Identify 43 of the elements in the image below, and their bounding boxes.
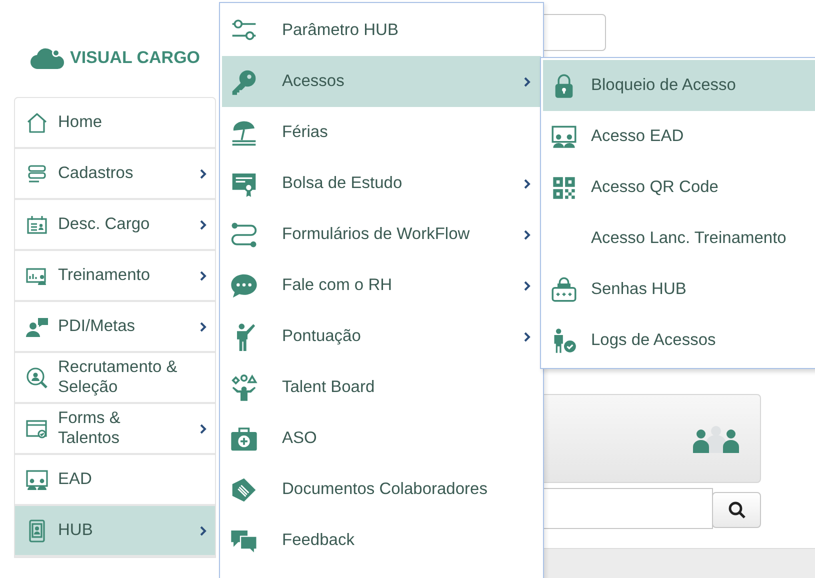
- menu-item[interactable]: Férias: [222, 107, 541, 158]
- sidebar-item[interactable]: Treinamento: [15, 251, 215, 302]
- menu-item[interactable]: Acessos: [222, 56, 541, 107]
- menu-item[interactable]: Logs de Acessos: [543, 315, 815, 366]
- menu-item[interactable]: Talent Board: [222, 362, 541, 413]
- home-icon: [25, 110, 49, 134]
- classroom-icon: [25, 468, 49, 492]
- logo-text: VISUAL CARGO: [70, 46, 200, 69]
- medical-kit-icon: [230, 424, 258, 452]
- sidebar-item[interactable]: PDI/Metas: [15, 302, 215, 353]
- menu-item[interactable]: Bolsa de Estudo: [222, 158, 541, 209]
- menu-item[interactable]: Parâmetro HUB: [222, 5, 541, 56]
- sidebar-item[interactable]: Forms & Talentos: [15, 404, 215, 455]
- menu-item[interactable]: Acesso QR Code: [543, 162, 815, 213]
- classroom-icon: [551, 124, 577, 150]
- juggling-person-icon: [230, 374, 258, 402]
- search-icon: [728, 500, 746, 519]
- workflow-icon: [230, 220, 258, 248]
- menu-item[interactable]: Bloqueio de Acesso: [543, 60, 815, 111]
- sidebar-item[interactable]: Home: [15, 98, 215, 149]
- menu-item[interactable]: Formulários de WorkFlow: [222, 209, 541, 260]
- chat-bubble-icon: [230, 272, 258, 300]
- password-field-icon: [551, 276, 577, 302]
- sidebar-item[interactable]: HUB: [15, 506, 215, 557]
- menu-item[interactable]: Documentos Colaboradores: [222, 464, 541, 515]
- key-icon: [230, 68, 258, 96]
- beach-umbrella-icon: [230, 118, 258, 146]
- menu-item[interactable]: Pontuação: [222, 311, 541, 362]
- menu-item[interactable]: Feedback: [222, 515, 541, 566]
- sidebar-item[interactable]: Recrutamento & Seleção: [15, 353, 215, 404]
- document-stack-icon: [230, 476, 258, 504]
- magnifier-person-icon: [25, 366, 49, 390]
- group-icon: [692, 425, 740, 453]
- qr-code-icon: [551, 174, 577, 200]
- search-button[interactable]: [712, 492, 761, 528]
- menu-item[interactable]: Acesso EAD: [543, 111, 815, 162]
- menu-item[interactable]: Acesso Lanc. Treinamento: [543, 213, 815, 264]
- sidebar-item[interactable]: Desc. Cargo: [15, 200, 215, 251]
- menu-item[interactable]: ASO: [222, 413, 541, 464]
- menu-item[interactable]: Senhas HUB: [543, 264, 815, 315]
- sidebar-item[interactable]: Cadastros: [15, 149, 215, 200]
- logo-icon: [30, 46, 66, 70]
- menu-item[interactable]: Fale com o RH: [222, 260, 541, 311]
